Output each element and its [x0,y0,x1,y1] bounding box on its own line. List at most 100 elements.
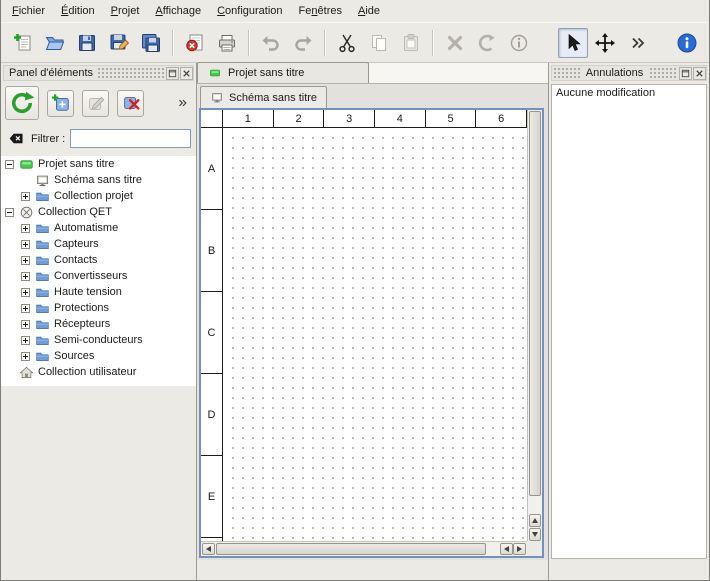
menu-projet[interactable]: Projet [103,2,148,20]
panel-overflow-button[interactable] [174,95,190,111]
expander-plus-icon[interactable] [21,320,30,329]
folder-icon [35,301,50,316]
undo-panel-titlebar[interactable]: Annulations [551,65,707,81]
reload-collections-button[interactable] [5,86,39,120]
expander-minus-icon[interactable] [5,208,14,217]
redo-icon [292,32,314,54]
scroll-left-button[interactable] [202,543,215,555]
tree-item-projet-sans-titre[interactable]: Projet sans titre [1,156,196,172]
horizontal-scrollbar[interactable] [201,541,527,556]
tree-item-recepteurs[interactable]: Récepteurs [1,316,196,332]
tree-item-contacts[interactable]: Contacts [1,252,196,268]
menu-configuration[interactable]: Configuration [209,2,290,20]
tab-projet-sans-titre[interactable]: Projet sans titre [197,62,369,83]
menu-aide[interactable]: Aide [350,2,388,20]
arrow-down-icon [532,532,538,537]
vertical-scrollbar-thumb[interactable] [529,111,541,496]
clear-filter-button[interactable] [6,131,26,147]
redo-button[interactable] [288,28,318,58]
expander-plus-icon[interactable] [21,224,30,233]
tree-item-automatisme[interactable]: Automatisme [1,220,196,236]
elements-panel-titlebar[interactable]: Panel d'éléments [3,65,194,81]
menu-edition[interactable]: Édition [53,2,103,20]
tree-item-schema-sans-titre[interactable]: Schéma sans titre [1,172,196,188]
about-button[interactable] [672,28,702,58]
expander-plus-icon[interactable] [21,304,30,313]
dock-float-button[interactable] [679,67,692,80]
expander-plus-icon[interactable] [21,272,30,281]
close-project-button[interactable] [180,28,210,58]
tree-item-semi-conducteurs[interactable]: Semi-conducteurs [1,332,196,348]
qet-collection-icon [19,205,34,220]
scroll-up-button[interactable] [529,514,541,527]
expander-plus-icon[interactable] [21,192,30,201]
open-icon [44,32,66,54]
new-document-button[interactable] [8,28,38,58]
undo-button[interactable] [256,28,286,58]
scroll-right-button[interactable] [513,543,526,555]
filter-input[interactable] [70,129,191,148]
qelectrotech-window: FichierÉditionProjetAffichageConfigurati… [0,0,710,581]
folder-icon [35,317,50,332]
diagram-canvas[interactable] [224,129,527,541]
tree-item-protections[interactable]: Protections [1,300,196,316]
tree-item-collection-utilisateur[interactable]: Collection utilisateur [1,364,196,380]
undo-history-item[interactable]: Aucune modification [552,85,706,101]
new-element-button[interactable] [47,90,74,117]
expander-plus-icon[interactable] [21,336,30,345]
tree-item-haute-tension[interactable]: Haute tension [1,284,196,300]
tab-schema-sans-titre[interactable]: Schéma sans titre [200,86,327,108]
row-label: A [201,128,222,210]
expander-plus-icon[interactable] [21,288,30,297]
menu-affichage[interactable]: Affichage [147,2,209,20]
print-icon [216,32,238,54]
save-all-button[interactable] [136,28,166,58]
paste-button[interactable] [396,28,426,58]
cut-icon [336,32,358,54]
open-button[interactable] [40,28,70,58]
undo-panel-title: Annulations [581,67,649,80]
diagram-icon [35,173,50,188]
scroll-left-button-2[interactable] [500,543,513,555]
expander-plus-icon[interactable] [21,240,30,249]
tree-item-collection-projet[interactable]: Collection projet [1,188,196,204]
edit-element-button[interactable] [82,90,109,117]
element-infos-button[interactable] [504,28,534,58]
expander-plus-icon[interactable] [21,352,30,361]
tree-item-capteurs[interactable]: Capteurs [1,236,196,252]
tree-item-label: Récepteurs [54,318,110,330]
project-icon [208,67,222,79]
delete-element-button[interactable] [117,90,144,117]
expander-plus-icon[interactable] [21,256,30,265]
toolbar-overflow-button[interactable] [622,28,652,58]
rotate-button[interactable] [472,28,502,58]
diagram-icon [210,91,224,104]
dock-close-button[interactable] [693,67,706,80]
scroll-down-button[interactable] [529,528,541,541]
vertical-scrollbar[interactable] [527,110,542,541]
copy-button[interactable] [364,28,394,58]
rotate-icon [476,32,498,54]
save-button[interactable] [72,28,102,58]
delete-button[interactable] [440,28,470,58]
scroll-mode-button[interactable] [590,28,620,58]
tree-item-collection-qet[interactable]: Collection QET [1,204,196,220]
tree-item-label: Convertisseurs [54,270,127,282]
reload-icon [9,90,35,116]
menu-fenetres[interactable]: Fenêtres [291,2,350,20]
row-label: B [201,210,222,292]
select-mode-button[interactable] [558,28,588,58]
tree-item-label: Collection projet [54,190,133,202]
print-button[interactable] [212,28,242,58]
save-as-button[interactable] [104,28,134,58]
cut-button[interactable] [332,28,362,58]
expander-minus-icon[interactable] [5,160,14,169]
tree-item-sources[interactable]: Sources [1,348,196,364]
row-label: C [201,292,222,374]
elements-panel-title-buttons [164,67,193,80]
dock-close-button[interactable] [180,67,193,80]
tree-item-convertisseurs[interactable]: Convertisseurs [1,268,196,284]
dock-float-button[interactable] [166,67,179,80]
horizontal-scrollbar-thumb[interactable] [216,543,486,555]
menu-fichier[interactable]: Fichier [4,2,53,20]
